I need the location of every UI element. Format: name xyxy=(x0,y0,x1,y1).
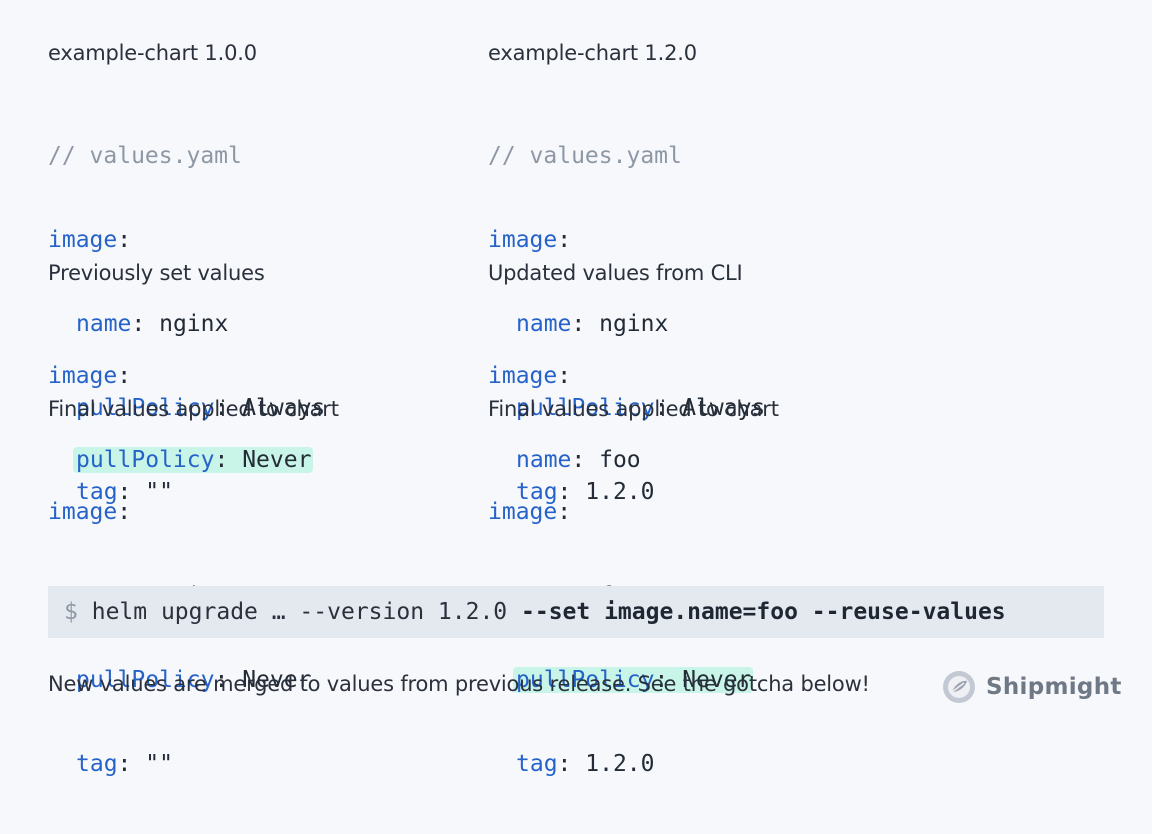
yaml-key: tag xyxy=(76,751,118,777)
left-final-yaml: image: name: nginx pullPolicy: Never tag… xyxy=(48,499,312,777)
yaml-key: image xyxy=(488,227,558,253)
left-final-title: Final values applied to chart xyxy=(48,397,339,421)
yaml-value: "" xyxy=(145,751,173,777)
yaml-key: tag xyxy=(516,751,558,777)
brand-name: Shipmight xyxy=(986,674,1122,700)
yaml-key: image xyxy=(48,499,118,525)
previous-values-title: Previously set values xyxy=(48,261,265,285)
brand: Shipmight xyxy=(942,670,1122,704)
values-comment: // values.yaml xyxy=(488,143,682,169)
yaml-key: image xyxy=(488,363,558,389)
yaml-key: image xyxy=(48,227,118,253)
command-plain: helm upgrade … --version 1.2.0 xyxy=(91,599,508,625)
left-chart-title: example-chart 1.0.0 xyxy=(48,41,257,65)
cli-values-title: Updated values from CLI xyxy=(488,261,743,285)
yaml-key: image xyxy=(48,363,118,389)
shell-prompt: $ xyxy=(64,599,78,625)
right-final-yaml: image: name: foo pullPolicy: Never tag: … xyxy=(488,499,754,777)
shipmight-logo-icon xyxy=(943,671,975,703)
yaml-key: image xyxy=(488,499,558,525)
right-chart-title: example-chart 1.2.0 xyxy=(488,41,697,65)
values-comment: // values.yaml xyxy=(48,143,242,169)
yaml-value: 1.2.0 xyxy=(585,751,655,777)
right-final-title: Final values applied to chart xyxy=(488,397,779,421)
command-line: $ helm upgrade … --version 1.2.0 --set i… xyxy=(48,586,1104,638)
footer-caption: New values are merged to values from pre… xyxy=(48,672,870,696)
command-flags: --set image.name=foo --reuse-values xyxy=(521,599,1006,625)
